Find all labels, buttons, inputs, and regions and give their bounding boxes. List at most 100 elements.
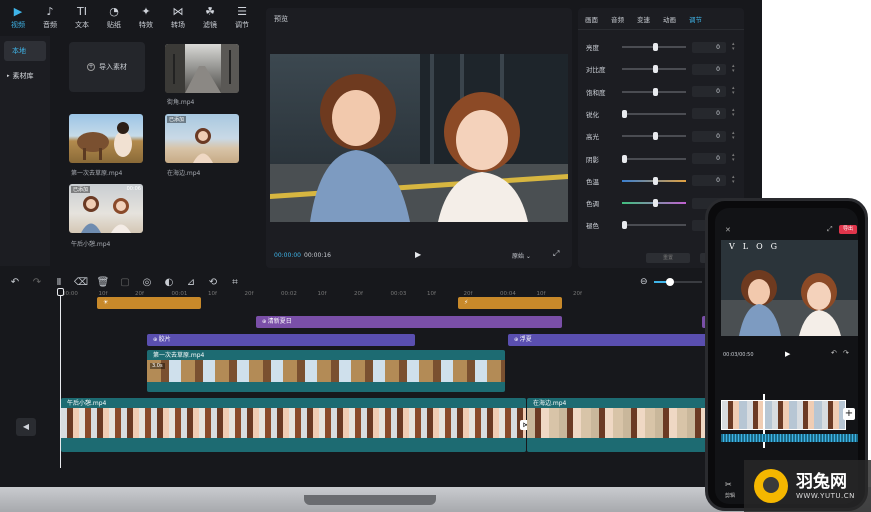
tab-audio[interactable]: 音频 [611, 14, 624, 24]
freeze-icon[interactable]: ▢ [114, 277, 136, 288]
ruler-tick-label: 00:00 [62, 291, 78, 297]
phone-close-icon[interactable]: ✕ [725, 226, 731, 234]
adjust-slider[interactable] [622, 154, 686, 163]
adjust-slider-knob[interactable] [653, 65, 658, 74]
adjust-slider[interactable] [622, 65, 686, 74]
main-video-clip-1[interactable]: 午后小憩.mp4 [61, 398, 526, 452]
tool-adjust[interactable]: ☰ 调节 [226, 0, 258, 36]
media-thumb-street[interactable] [165, 44, 239, 93]
media-thumb-beach[interactable]: 已添加 [165, 114, 239, 163]
split-icon[interactable]: Ⅱ [48, 277, 70, 288]
effect-track-clip[interactable]: ⚡ [458, 297, 562, 309]
adjust-value-input[interactable]: 0 [692, 41, 726, 53]
zoom-slider-knob[interactable] [666, 278, 674, 286]
phone-fullscreen-icon[interactable]: ⤢ [827, 225, 833, 234]
music-note-icon: ♪ [46, 5, 54, 18]
rotate-icon[interactable]: ⟲ [202, 277, 224, 288]
adjust-label: 高光 [586, 133, 599, 142]
adjust-slider[interactable] [622, 87, 686, 96]
phone-cut-icon[interactable]: ✂ [725, 480, 732, 489]
ruler-tick-label: 20f [354, 291, 363, 297]
added-badge: 已添加 [167, 116, 187, 123]
record-icon[interactable]: ◎ [136, 277, 158, 288]
overlay-video-clip[interactable]: 第一次去草原.mp4 3.0s [147, 350, 505, 392]
tool-filter[interactable]: ☘ 滤镜 [194, 0, 226, 36]
phone-undo-icon[interactable]: ↶ [831, 349, 837, 357]
tab-animation[interactable]: 动画 [663, 14, 676, 24]
phone-add-clip-button[interactable]: + [843, 408, 855, 420]
playhead-handle[interactable] [57, 288, 64, 296]
redo-icon[interactable]: ↷ [26, 277, 48, 288]
tab-image[interactable]: 画面 [585, 14, 598, 24]
adjust-stepper[interactable]: ▴▾ [732, 108, 737, 119]
adjust-value-input[interactable]: 0 [692, 130, 726, 142]
reset-button[interactable]: 重置 [646, 253, 690, 263]
adjust-label: 色温 [586, 177, 599, 186]
adjust-value-input[interactable]: 0 [692, 108, 726, 120]
preview-video[interactable] [270, 54, 568, 222]
tool-video[interactable]: ▶ 视频 [2, 0, 34, 36]
tool-sticker[interactable]: ◔ 贴纸 [98, 0, 130, 36]
delete-left-icon[interactable]: ⌫ [70, 277, 92, 288]
mirror-icon[interactable]: ⊿ [180, 277, 202, 288]
adjust-slider-knob[interactable] [622, 109, 627, 118]
adjust-stepper[interactable]: ▴▾ [732, 175, 737, 186]
tab-speed[interactable]: 变速 [637, 14, 650, 24]
adjust-stepper[interactable]: ▴▾ [732, 130, 737, 142]
watermark: 羽兔网 WWW.YUTU.CN [744, 460, 871, 512]
tool-transition[interactable]: ⋈ 转场 [162, 0, 194, 36]
delete-icon[interactable]: 🗑 [92, 277, 114, 288]
adjust-stepper[interactable]: ▴▾ [732, 153, 737, 164]
media-thumb-grassland[interactable] [69, 114, 143, 163]
ratio-select[interactable]: 原始 ⌄ [512, 251, 531, 260]
phone-play-icon[interactable]: ▶ [785, 350, 790, 358]
crop-icon[interactable]: ⌗ [224, 277, 246, 288]
zoom-out-icon[interactable]: ⊖ [640, 277, 648, 287]
media-thumb-afternoon[interactable]: 已添加 00:06 [69, 184, 143, 233]
nav-library[interactable]: ▸ 素材库 [4, 66, 46, 86]
adjust-slider-knob[interactable] [622, 221, 627, 230]
phone-redo-icon[interactable]: ↷ [843, 349, 849, 357]
import-media-button[interactable]: + 导入素材 [69, 42, 145, 92]
adjust-label: 饱和度 [586, 88, 606, 97]
playhead-line[interactable] [60, 288, 61, 468]
adjust-value-input[interactable]: 0 [692, 153, 726, 164]
adjust-slider-knob[interactable] [653, 43, 658, 51]
filter-track-clip-left[interactable]: ⊕ 胶片 [147, 334, 415, 346]
text-track-clip[interactable]: ⊕ 清新夏日 [256, 316, 562, 328]
play-icon[interactable]: ▶ [415, 250, 421, 259]
nav-local[interactable]: 本地 [4, 41, 46, 61]
adjust-slider-knob[interactable] [653, 199, 658, 208]
zoom-slider[interactable] [654, 278, 702, 286]
tool-effects[interactable]: ✦ 特效 [130, 0, 162, 36]
adjust-slider-knob[interactable] [622, 154, 627, 163]
adjust-slider-knob[interactable] [653, 132, 658, 141]
undo-icon[interactable]: ↶ [4, 277, 26, 288]
adjust-stepper[interactable]: ▴▾ [732, 41, 737, 53]
phone-video[interactable]: VLOG [721, 240, 858, 336]
adjust-slider[interactable] [622, 199, 686, 208]
adjust-stepper[interactable]: ▴▾ [732, 86, 737, 97]
adjust-slider-knob[interactable] [653, 176, 658, 185]
phone-export-button[interactable]: 导出 [839, 225, 857, 234]
adjust-slider[interactable] [622, 221, 686, 230]
adjust-slider[interactable] [622, 132, 686, 141]
fullscreen-icon[interactable]: ⤢ [553, 249, 559, 259]
adjust-slider-knob[interactable] [653, 87, 658, 96]
tool-text[interactable]: TI 文本 [66, 0, 98, 36]
adjust-slider[interactable] [622, 176, 686, 185]
adjust-value-input[interactable]: 0 [692, 63, 726, 75]
adjust-slider[interactable] [622, 43, 686, 51]
ruler-tick-label: 20f [573, 291, 582, 297]
sticker-track-clip[interactable]: ☀ [97, 297, 201, 309]
tab-adjust[interactable]: 调节 [689, 14, 702, 24]
phone-audio-waveform[interactable] [721, 434, 858, 442]
track-audio-toggle[interactable]: ◀ [16, 418, 36, 436]
adjust-slider[interactable] [622, 109, 686, 118]
adjust-value-input[interactable]: 0 [692, 86, 726, 98]
tool-audio[interactable]: ♪ 音频 [34, 0, 66, 36]
adjust-value-input[interactable]: 0 [692, 175, 726, 187]
reverse-icon[interactable]: ◐ [158, 277, 180, 288]
adjust-stepper[interactable]: ▴▾ [732, 63, 737, 75]
phone-timeline-clip[interactable] [721, 400, 846, 430]
